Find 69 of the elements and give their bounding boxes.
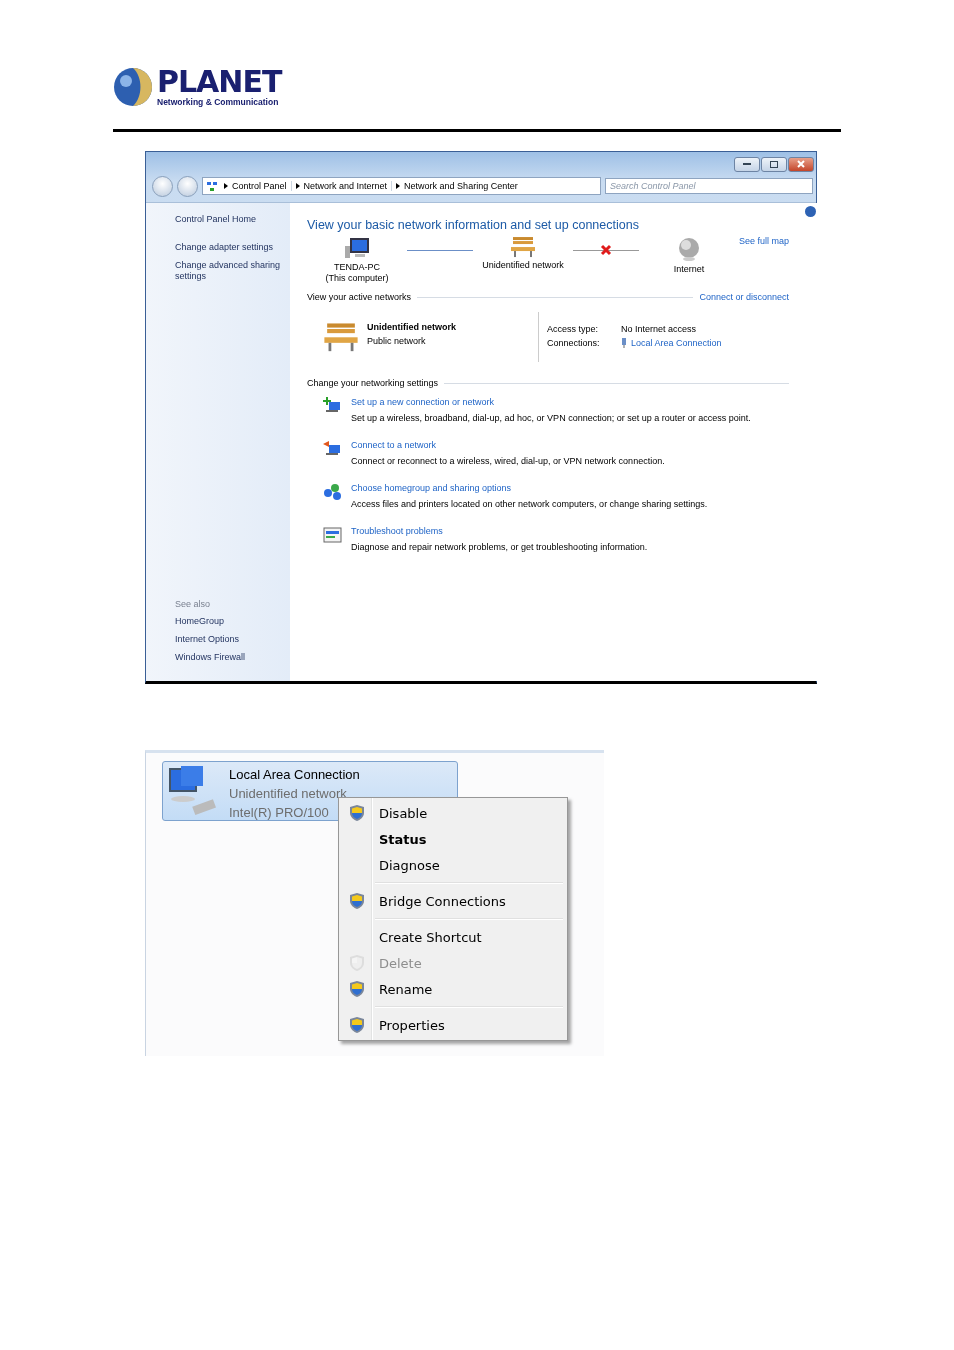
adapter-name: Local Area Connection — [229, 766, 360, 784]
menu-item[interactable]: Create Shortcut — [341, 924, 565, 950]
plug-icon — [621, 338, 627, 348]
task-description: Set up a wireless, broadband, dial-up, ad hoc, or VPN connection; or set up a router or access point. — [351, 413, 751, 423]
sidebar-link[interactable]: Internet Options — [175, 634, 290, 645]
close-button[interactable] — [788, 156, 814, 172]
brand-tagline: Networking & Communication — [157, 97, 280, 107]
network-add-icon — [323, 397, 343, 415]
task-link[interactable]: Set up a new connection or network — [351, 397, 751, 407]
help-icon[interactable] — [805, 206, 817, 217]
close-icon — [797, 160, 805, 168]
menu-item[interactable]: Diagnose — [341, 852, 565, 878]
page-heading: View your basic network information and set up connections — [307, 218, 640, 232]
task-link[interactable]: Choose homegroup and sharing options — [351, 483, 708, 493]
network-connect-icon — [323, 440, 343, 458]
menu-item[interactable]: Rename — [341, 976, 565, 1002]
chevron-icon — [396, 183, 401, 189]
network-name: Unidentified network — [367, 322, 456, 332]
connection-link[interactable]: Local Area Connection — [631, 338, 722, 348]
globe-logo-icon — [113, 67, 153, 107]
menu-item[interactable]: Status — [341, 826, 565, 852]
minimize-icon — [743, 162, 751, 166]
computer-icon — [343, 236, 371, 260]
breadcrumb[interactable]: Control Panel — [220, 181, 292, 191]
access-type-label: Access type: — [547, 324, 600, 334]
task-description: Diagnose and repair network problems, or get troubleshooting information. — [351, 542, 648, 552]
sidebar-link[interactable]: Windows Firewall — [175, 652, 290, 663]
brand-name: PLANET — [157, 67, 282, 97]
adapter-status: Unidentified network — [229, 785, 347, 803]
breadcrumb[interactable]: Network and Internet — [291, 181, 393, 191]
address-bar[interactable]: Control Panel Network and Internet Network and Sharing Center — [202, 177, 601, 195]
menu-item[interactable]: Properties — [341, 1012, 565, 1038]
bench-icon — [510, 236, 536, 259]
network-type: Public network — [367, 336, 427, 346]
minimize-button[interactable] — [734, 156, 760, 172]
sidebar-link[interactable]: Control Panel Home — [175, 214, 290, 225]
maximize-icon — [770, 160, 778, 168]
network-icon — [206, 180, 218, 192]
search-field[interactable]: Search Control Panel — [605, 178, 813, 194]
globe-icon — [676, 236, 702, 262]
see-full-map-link[interactable]: See full map — [739, 236, 790, 246]
sidebar-link[interactable]: HomeGroup — [175, 616, 290, 627]
task-link[interactable]: Connect to a network — [351, 440, 665, 450]
section-heading: View your active networks — [307, 292, 411, 302]
task-description: Access files and printers located on other network computers, or change sharing settings. — [351, 499, 708, 509]
troubleshoot-icon — [323, 526, 343, 544]
network-adapter-icon — [167, 765, 219, 817]
chevron-icon — [295, 183, 300, 189]
menu-item[interactable]: Bridge Connections — [341, 888, 565, 914]
homegroup-icon — [323, 483, 343, 501]
sidebar-link[interactable]: Change advanced sharing settings — [175, 260, 290, 282]
error-x-icon — [600, 244, 612, 256]
task-description: Connect or reconnect to a wireless, wired, dial-up, or VPN network connection. — [351, 456, 665, 466]
section-heading: Change your networking settings — [307, 378, 439, 388]
maximize-button[interactable] — [761, 156, 787, 172]
bench-icon — [323, 322, 359, 353]
breadcrumb[interactable]: Network and Sharing Center — [392, 181, 522, 191]
connect-link[interactable]: Connect or disconnect — [699, 292, 790, 302]
access-type-value: No Internet access — [621, 324, 698, 334]
see-also-heading: See also — [175, 599, 212, 609]
node-label: TENDA-PC — [334, 262, 380, 273]
adapter-device: Intel(R) PRO/100 — [229, 804, 329, 822]
chevron-icon — [224, 183, 228, 189]
node-note: (This computer) — [325, 273, 389, 284]
task-link[interactable]: Troubleshoot problems — [351, 526, 648, 536]
node-label: Unidentified network — [482, 260, 564, 272]
connections-label: Connections: — [547, 338, 601, 348]
node-label: Internet — [673, 264, 705, 275]
sidebar-link[interactable]: Change adapter settings — [175, 242, 290, 253]
